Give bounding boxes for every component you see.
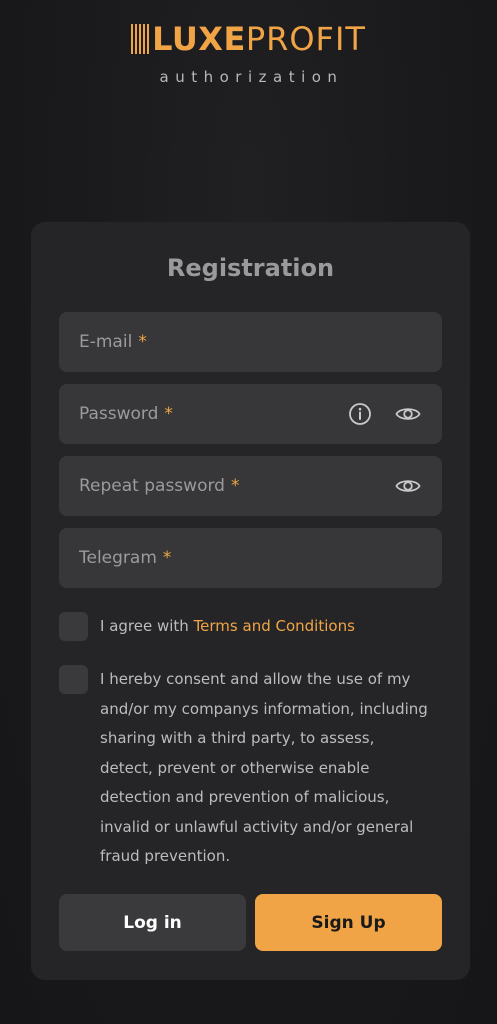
repeat-password-field[interactable]: Repeat password * — [59, 456, 442, 516]
consent-row: I hereby consent and allow the use of my… — [59, 665, 442, 872]
terms-text: I agree with Terms and Conditions — [100, 612, 355, 642]
registration-card: Registration E-mail * Password * Repeat … — [31, 222, 470, 980]
login-button[interactable]: Log in — [59, 894, 246, 951]
required-marker: * — [230, 476, 240, 496]
terms-link[interactable]: Terms and Conditions — [194, 617, 355, 635]
logo-bars-icon — [131, 24, 150, 54]
registration-page: LUXE PROFIT authorization Registration E… — [0, 0, 497, 1024]
required-marker: * — [162, 548, 172, 568]
email-label: E-mail — [79, 332, 133, 352]
signup-button[interactable]: Sign Up — [255, 894, 442, 951]
info-icon[interactable] — [347, 401, 373, 427]
required-marker: * — [164, 404, 173, 424]
email-field[interactable]: E-mail * — [59, 312, 442, 372]
page-subtitle: authorization — [159, 68, 344, 86]
logo-bold-text: LUXE — [152, 20, 246, 58]
form-title: Registration — [166, 254, 335, 282]
terms-prefix: I agree with — [100, 617, 194, 635]
terms-checkbox[interactable] — [59, 612, 88, 641]
eye-icon[interactable] — [395, 401, 421, 427]
eye-icon[interactable] — [395, 473, 421, 499]
telegram-label: Telegram — [79, 548, 157, 568]
terms-row: I agree with Terms and Conditions — [59, 612, 442, 642]
telegram-field[interactable]: Telegram * — [59, 528, 442, 588]
password-field[interactable]: Password * — [59, 384, 442, 444]
consent-checkbox[interactable] — [59, 665, 88, 694]
logo-light-text: PROFIT — [245, 20, 366, 58]
repeat-password-label: Repeat password — [79, 476, 225, 496]
password-label: Password — [79, 404, 159, 424]
required-marker: * — [138, 332, 147, 352]
consent-text: I hereby consent and allow the use of my… — [100, 670, 428, 865]
brand-logo: LUXE PROFIT — [0, 22, 497, 56]
